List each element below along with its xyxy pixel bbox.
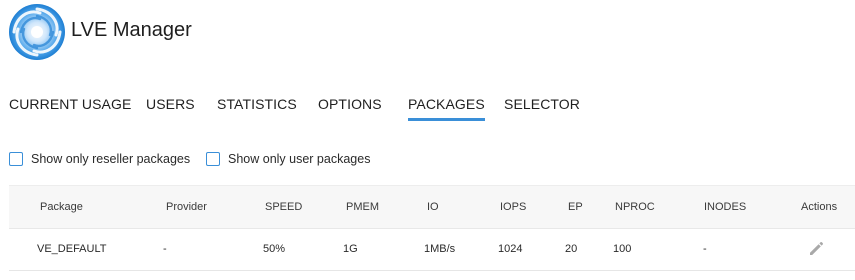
tab-current-usage[interactable]: CURRENT USAGE (9, 96, 131, 112)
cell-io: 1MB/s (424, 243, 456, 255)
tab-statistics[interactable]: STATISTICS (217, 96, 297, 112)
column-header-nproc[interactable]: NPROC (615, 200, 655, 214)
column-header-inodes[interactable]: INODES (704, 200, 746, 214)
column-header-iops[interactable]: IOPS (500, 200, 526, 214)
tab-selector[interactable]: SELECTOR (504, 96, 580, 112)
cell-inodes: - (703, 243, 707, 255)
reseller-packages-checkbox[interactable] (9, 152, 23, 166)
column-header-actions: Actions (801, 201, 838, 213)
table-header: Package Provider SPEED PMEM IO IOPS EP N… (9, 186, 855, 229)
cell-ep: 20 (565, 243, 578, 255)
cell-provider: - (163, 243, 167, 255)
pencil-edit-icon[interactable] (807, 240, 825, 258)
user-packages-label: Show only user packages (228, 152, 371, 166)
cell-pmem: 1G (343, 243, 358, 255)
tab-options[interactable]: OPTIONS (318, 96, 382, 112)
packages-table: Package Provider SPEED PMEM IO IOPS EP N… (9, 185, 855, 271)
swirl-logo-icon (8, 3, 66, 61)
cell-iops: 1024 (498, 243, 523, 255)
column-header-io[interactable]: IO (427, 200, 439, 214)
tab-packages[interactable]: PACKAGES (408, 96, 485, 121)
user-packages-checkbox[interactable] (206, 152, 220, 166)
cell-nproc: 100 (613, 243, 632, 255)
reseller-packages-filter[interactable]: Show only reseller packages (9, 152, 190, 166)
cell-speed: 50% (263, 243, 286, 255)
column-header-pmem[interactable]: PMEM (346, 200, 379, 214)
user-packages-filter[interactable]: Show only user packages (206, 152, 370, 166)
column-header-speed[interactable]: SPEED (265, 200, 302, 214)
reseller-packages-label: Show only reseller packages (31, 152, 191, 166)
table-row: VE_DEFAULT - 50% 1G 1MB/s 1024 20 100 - (9, 229, 855, 270)
tab-users[interactable]: USERS (146, 96, 195, 112)
app-title: LVE Manager (71, 19, 192, 41)
cell-package: VE_DEFAULT (37, 243, 107, 255)
column-header-package[interactable]: Package (40, 200, 83, 214)
main-tabs: CURRENT USAGE USERS STATISTICS OPTIONS P… (0, 96, 855, 122)
column-header-provider[interactable]: Provider (166, 200, 207, 214)
column-header-ep[interactable]: EP (568, 200, 583, 214)
